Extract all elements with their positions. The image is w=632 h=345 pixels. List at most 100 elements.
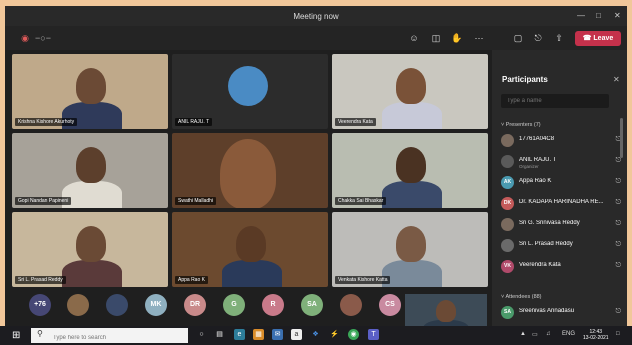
participant-mic-icon: ⎋ [615, 241, 621, 248]
participant-name: Veerendra Kata [519, 262, 561, 268]
dropbox-icon[interactable]: ❖ [310, 329, 321, 340]
teams-icon[interactable]: T [368, 329, 379, 340]
tile-name-label: Venkata Kishore Katta [335, 276, 391, 284]
self-face [436, 300, 456, 322]
chip-initials: R [270, 301, 276, 308]
participant-chip[interactable]: MK [145, 294, 167, 316]
mail-icon[interactable]: ✉ [272, 329, 283, 340]
share-screen-icon[interactable]: ⇧ [553, 33, 565, 44]
video-tile[interactable]: Krishna Kishore Akurhoty [12, 54, 168, 129]
edge-icon[interactable]: e [234, 329, 245, 340]
notification-icon[interactable]: □ [616, 331, 620, 337]
participant-chip[interactable] [67, 294, 89, 316]
participant-row[interactable]: SA Sreenivas Annadasu ⎋ [501, 306, 623, 320]
participant-chip[interactable]: DR [184, 294, 206, 316]
participant-face [76, 226, 106, 262]
participant-body [62, 260, 122, 287]
more-actions-icon[interactable]: ⋯ [473, 33, 485, 44]
video-tile[interactable]: Veerendra Kata [332, 54, 488, 129]
volume-icon[interactable]: ♫ [546, 331, 551, 337]
presenters-header[interactable]: ˅ Presenters (7) [501, 122, 541, 128]
meeting-toolbar: ◉ −○− ☺ ◫ ✋ ⋯ ▢ ⎋ ⇧ ☎ Leave [5, 26, 627, 50]
participant-chip[interactable]: CS [379, 294, 401, 316]
overflow-chip[interactable]: +76 [29, 294, 51, 316]
participant-face [396, 147, 426, 183]
app-icon[interactable]: ⚡ [329, 329, 340, 340]
chip-initials: CS [385, 301, 395, 308]
avatar: AK [501, 176, 514, 189]
taskbar-clock[interactable]: 12:43 13-02-2021 [583, 329, 609, 341]
participant-row[interactable]: VK Veerendra Kata ⎋ [501, 260, 623, 274]
panel-scrollbar[interactable] [620, 118, 623, 158]
window-title: Meeting now [293, 12, 339, 21]
participant-row[interactable]: ANIL RAJU. T ⎋ Organizer [501, 155, 623, 169]
participant-face [220, 139, 276, 208]
participant-chip[interactable]: G [223, 294, 245, 316]
participant-name: Dr. KADAPA HARINADHA RE... [519, 199, 604, 205]
tile-name-label: ANIL RAJU. T [175, 118, 213, 126]
language-indicator[interactable]: ENG [562, 331, 575, 337]
chip-initials: SA [307, 301, 317, 308]
participant-row[interactable]: DK Dr. KADAPA HARINADHA RE... ⎋ [501, 197, 623, 211]
file-explorer-icon[interactable]: ▦ [253, 329, 264, 340]
participant-body [382, 181, 442, 208]
cortana-icon[interactable]: ○ [196, 329, 207, 340]
close-panel-icon[interactable]: ✕ [613, 75, 620, 84]
leave-button[interactable]: ☎ Leave [575, 31, 621, 46]
raise-hand-icon[interactable]: ✋ [451, 33, 463, 44]
participants-panel: Participants ✕ ˅ Presenters (7) 17761A04… [492, 50, 627, 339]
video-tile[interactable]: Venkata Kishore Katta [332, 212, 488, 287]
participant-row[interactable]: Sri L. Prasad Reddy ⎋ [501, 239, 623, 253]
video-tile[interactable]: ANIL RAJU. T [172, 54, 328, 129]
participant-row[interactable]: AK Appa Rao K ⎋ [501, 176, 623, 190]
chip-initials: MK [150, 301, 162, 308]
minimize-icon[interactable]: — [577, 11, 585, 20]
windows-start-icon[interactable]: ⊞ [12, 330, 20, 341]
participant-face [76, 68, 106, 104]
maximize-icon[interactable]: □ [596, 11, 601, 20]
chat-icon[interactable]: ◫ [430, 33, 442, 44]
video-tile[interactable]: Gopi Nandan Papineni [12, 133, 168, 208]
overflow-label: +76 [34, 301, 46, 308]
tile-name-label: Gopi Nandan Papineni [15, 197, 72, 205]
participant-body [222, 260, 282, 287]
participant-name: ANIL RAJU. T [519, 157, 557, 163]
participant-name: Sri L. Prasad Reddy [519, 241, 573, 247]
participant-chip[interactable]: SA [301, 294, 323, 316]
chip-initials: G [231, 301, 237, 308]
organizer-role: Organizer [519, 164, 539, 169]
video-tile[interactable]: Appa Rao K [172, 212, 328, 287]
participant-chip[interactable] [106, 294, 128, 316]
participant-row[interactable]: 17761A04C8 ⎋ [501, 134, 623, 148]
video-tile[interactable]: Swathi Malladhi [172, 133, 328, 208]
battery-icon[interactable]: ▭ [532, 331, 538, 338]
title-bar: Meeting now — □ ✕ [5, 6, 627, 26]
tile-name-label: Sri L. Prasad Reddy [15, 276, 66, 284]
video-tile[interactable]: Sri L. Prasad Reddy [12, 212, 168, 287]
search-icon: ⚲ [37, 329, 43, 338]
attendees-header[interactable]: ˅ Attendees (88) [501, 294, 542, 300]
video-tile[interactable]: Chakka Sai Bhaskar [332, 133, 488, 208]
mic-icon[interactable]: ⎋ [532, 33, 544, 44]
teams-window: Meeting now — □ ✕ ◉ −○− ☺ ◫ ✋ ⋯ ▢ ⎋ ⇧ ☎ … [5, 6, 627, 339]
attendees-header-label: Attendees (88) [505, 294, 542, 300]
chrome-icon[interactable]: ◉ [348, 329, 359, 340]
amazon-icon[interactable]: a [291, 329, 302, 340]
participant-row[interactable]: Sri G. Srinivasa Reddy ⎋ [501, 218, 623, 232]
network-icon[interactable]: ▲ [520, 331, 526, 337]
participant-mic-icon: ⎋ [615, 262, 621, 269]
participant-chip[interactable]: R [262, 294, 284, 316]
avatar [501, 134, 514, 147]
meeting-timer-icon: −○− [35, 33, 51, 43]
tile-name-label: Veerendra Kata [335, 118, 376, 126]
avatar: SA [501, 306, 514, 319]
tile-name-label: Chakka Sai Bhaskar [335, 197, 387, 205]
participant-chip[interactable] [340, 294, 362, 316]
task-view-icon[interactable]: ▤ [214, 329, 225, 340]
close-window-icon[interactable]: ✕ [614, 11, 621, 20]
participant-search-input[interactable] [501, 94, 609, 108]
tile-name-label: Swathi Malladhi [175, 197, 217, 205]
camera-icon[interactable]: ▢ [512, 33, 524, 44]
taskbar-search-input[interactable] [31, 328, 188, 343]
participants-icon[interactable]: ☺ [408, 33, 420, 44]
